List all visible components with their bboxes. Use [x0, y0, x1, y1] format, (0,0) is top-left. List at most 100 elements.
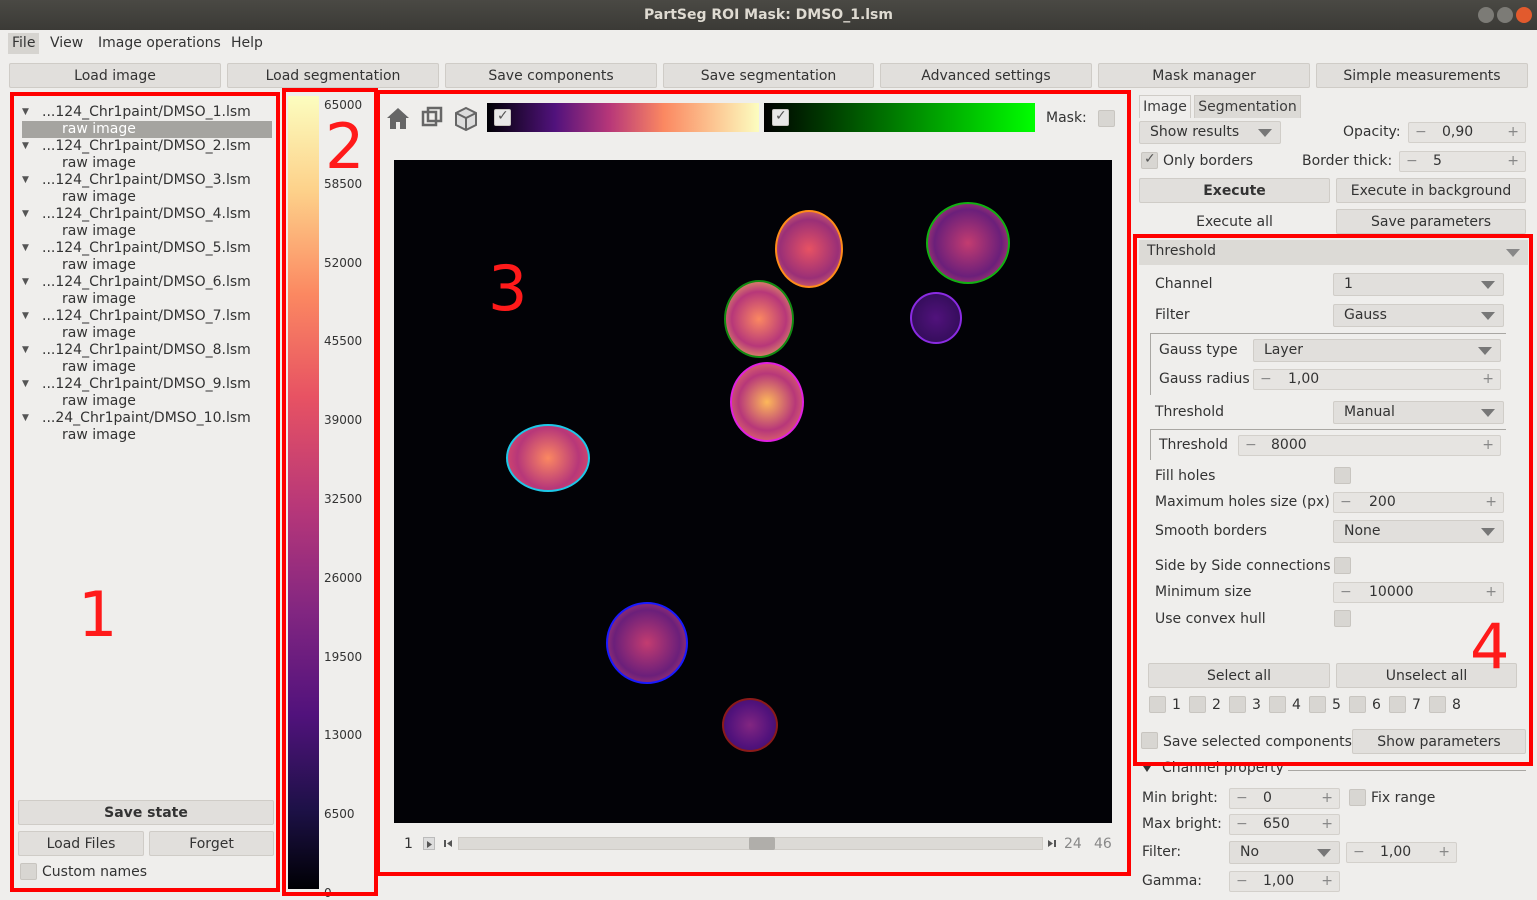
fix-range-checkbox[interactable] [1349, 789, 1366, 806]
minus-icon[interactable]: − [1353, 843, 1365, 862]
save-state-button[interactable]: Save state [18, 800, 274, 825]
min-size-spin[interactable]: − 10000 + [1333, 582, 1504, 603]
z-slider-handle[interactable] [749, 837, 775, 850]
max-holes-spin[interactable]: − 200 + [1333, 492, 1504, 513]
menu-view[interactable]: View [46, 33, 87, 54]
tab-segmentation[interactable]: Segmentation [1194, 95, 1301, 118]
chevron-down-icon[interactable]: ▼ [22, 376, 29, 393]
threshold-combo[interactable]: Manual [1333, 401, 1504, 424]
raw-image-item[interactable]: raw image [22, 155, 272, 172]
file-list-item[interactable]: ▼ ...124_Chr1paint/DMSO_9.lsm [22, 376, 272, 393]
raw-image-item[interactable]: raw image [22, 427, 272, 444]
simple-measurements-button[interactable]: Simple measurements [1316, 63, 1528, 88]
file-list-item[interactable]: ▼ ...124_Chr1paint/DMSO_4.lsm [22, 206, 272, 223]
filter-radius-spin[interactable]: −1,00 + [1346, 842, 1457, 863]
gauss-radius-spin[interactable]: −1,00 + [1253, 369, 1501, 390]
plus-icon[interactable]: + [1321, 789, 1333, 808]
gamma-spin[interactable]: −1,00 + [1229, 871, 1340, 892]
file-list-item[interactable]: ▼ ...124_Chr1paint/DMSO_3.lsm [22, 172, 272, 189]
plus-icon[interactable]: + [1321, 872, 1333, 891]
raw-image-item[interactable]: raw image [22, 257, 272, 274]
load-segmentation-button[interactable]: Load segmentation [227, 63, 439, 88]
component-checkbox[interactable] [1189, 696, 1206, 713]
component-checkbox[interactable] [1349, 696, 1366, 713]
file-list-item[interactable]: ▼ ...124_Chr1paint/DMSO_6.lsm [22, 274, 272, 291]
plus-icon[interactable]: + [1507, 123, 1519, 142]
save-segmentation-button[interactable]: Save segmentation [663, 63, 874, 88]
menu-help[interactable]: Help [227, 33, 267, 54]
chevron-down-icon[interactable]: ▼ [22, 308, 29, 325]
save-components-button[interactable]: Save components [445, 63, 657, 88]
only-borders-checkbox[interactable] [1141, 151, 1158, 169]
file-list-item[interactable]: ▼ ...124_Chr1paint/DMSO_2.lsm [22, 138, 272, 155]
advanced-settings-button[interactable]: Advanced settings [880, 63, 1092, 88]
chevron-down-icon[interactable]: ▼ [22, 138, 29, 155]
step-forward-icon[interactable] [1046, 837, 1058, 850]
raw-image-item[interactable]: raw image [22, 325, 272, 342]
opacity-spin[interactable]: −0,90 + [1408, 122, 1526, 143]
side-by-side-checkbox[interactable] [1334, 557, 1351, 574]
fill-holes-checkbox[interactable] [1334, 467, 1351, 484]
minus-icon[interactable]: − [1236, 789, 1248, 808]
channel2-colormap[interactable] [764, 103, 1035, 132]
filter-prop-combo[interactable]: No [1229, 841, 1340, 864]
minimize-icon[interactable] [1478, 7, 1494, 23]
save-selected-checkbox[interactable] [1141, 732, 1158, 749]
channel1-colormap[interactable] [487, 103, 759, 132]
chevron-down-icon[interactable]: ▼ [22, 172, 29, 189]
chevron-down-icon[interactable]: ▼ [22, 274, 29, 291]
minus-icon[interactable]: − [1340, 493, 1352, 512]
channel2-checkbox[interactable] [772, 108, 789, 126]
raw-image-item[interactable]: raw image [22, 189, 272, 206]
component-checkbox[interactable] [1149, 696, 1166, 713]
chevron-down-icon[interactable]: ▼ [22, 206, 29, 223]
mask-checkbox[interactable] [1098, 110, 1115, 127]
minus-icon[interactable]: − [1245, 436, 1257, 455]
mask-manager-button[interactable]: Mask manager [1098, 63, 1310, 88]
channel1-checkbox[interactable] [494, 108, 511, 126]
view-3d-icon[interactable] [417, 103, 447, 133]
component-checkbox[interactable] [1429, 696, 1446, 713]
forget-button[interactable]: Forget [149, 831, 274, 856]
smooth-borders-combo[interactable]: None [1333, 520, 1504, 543]
show-parameters-button[interactable]: Show parameters [1352, 729, 1526, 754]
raw-image-item[interactable]: raw image [22, 121, 272, 138]
min-bright-spin[interactable]: −0 + [1229, 788, 1340, 809]
execute-all-button[interactable]: Execute all [1139, 209, 1330, 234]
minus-icon[interactable]: − [1236, 815, 1248, 834]
play-icon[interactable] [423, 837, 435, 850]
component-checkbox[interactable] [1309, 696, 1326, 713]
chevron-down-icon[interactable]: ▼ [22, 240, 29, 257]
menu-image-operations[interactable]: Image operations [94, 33, 225, 54]
component-checkbox[interactable] [1269, 696, 1286, 713]
home-icon[interactable] [383, 103, 413, 133]
close-icon[interactable] [1516, 7, 1532, 23]
show-results-combo[interactable]: Show results [1139, 121, 1281, 144]
chevron-down-icon[interactable]: ▼ [22, 342, 29, 359]
threshold2-spin[interactable]: −8000 + [1238, 435, 1501, 456]
plus-icon[interactable]: + [1482, 436, 1494, 455]
tab-image[interactable]: Image [1139, 95, 1191, 118]
max-bright-spin[interactable]: −650 + [1229, 814, 1340, 835]
plus-icon[interactable]: + [1485, 583, 1497, 602]
save-parameters-button[interactable]: Save parameters [1336, 209, 1526, 234]
step-back-icon[interactable] [442, 837, 454, 850]
raw-image-item[interactable]: raw image [22, 291, 272, 308]
cube-icon[interactable] [451, 103, 481, 133]
plus-icon[interactable]: + [1507, 152, 1519, 171]
component-checkbox[interactable] [1389, 696, 1406, 713]
file-list-item[interactable]: ▼ ...124_Chr1paint/DMSO_8.lsm [22, 342, 272, 359]
chevron-down-icon[interactable]: ▼ [22, 104, 29, 121]
file-list-item[interactable]: ▼ ...124_Chr1paint/DMSO_1.lsm [22, 104, 272, 121]
plus-icon[interactable]: + [1482, 370, 1494, 389]
load-files-button[interactable]: Load Files [18, 831, 144, 856]
file-list-item[interactable]: ▼ ...124_Chr1paint/DMSO_5.lsm [22, 240, 272, 257]
gauss-type-combo[interactable]: Layer [1253, 339, 1501, 362]
minus-icon[interactable]: − [1340, 583, 1352, 602]
channel-combo[interactable]: 1 [1333, 273, 1504, 296]
execute-button[interactable]: Execute [1139, 178, 1330, 203]
raw-image-item[interactable]: raw image [22, 393, 272, 410]
plus-icon[interactable]: + [1321, 815, 1333, 834]
algorithm-combo[interactable]: Threshold [1139, 240, 1528, 265]
execute-background-button[interactable]: Execute in background [1336, 178, 1526, 203]
